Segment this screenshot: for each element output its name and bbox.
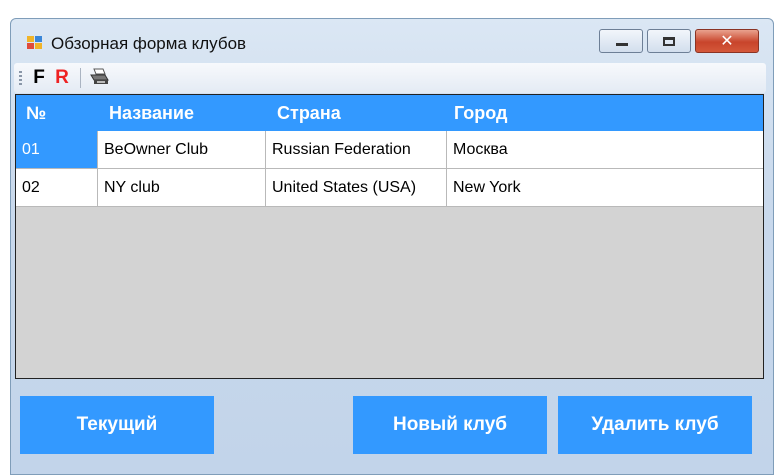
toolbar-r-button[interactable]: R — [51, 66, 73, 90]
table-header: № Название Страна Город — [16, 95, 763, 131]
cell-name[interactable]: NY club — [98, 169, 266, 207]
table-row[interactable]: 01 BeOwner Club Russian Federation Москв… — [16, 131, 763, 169]
maximize-button[interactable] — [647, 29, 691, 53]
close-icon: ✕ — [720, 31, 734, 50]
column-header-name[interactable]: Название — [109, 95, 194, 131]
cell-city[interactable]: Москва — [447, 131, 763, 169]
current-button[interactable]: Текущий — [20, 396, 214, 454]
cell-number[interactable]: 01 — [16, 131, 98, 169]
toolbar-separator — [80, 68, 81, 88]
close-button[interactable]: ✕ — [695, 29, 759, 53]
toolbar-grip-icon[interactable] — [19, 71, 22, 87]
clubs-table[interactable]: № Название Страна Город 01 BeOwner Club … — [15, 94, 764, 379]
toolbar: F R — [14, 63, 766, 93]
column-header-city[interactable]: Город — [454, 95, 507, 131]
column-header-number[interactable]: № — [26, 95, 46, 131]
minimize-button[interactable] — [599, 29, 643, 53]
app-icon — [27, 36, 43, 50]
cell-country[interactable]: United States (USA) — [266, 169, 447, 207]
cell-country[interactable]: Russian Federation — [266, 131, 447, 169]
maximize-icon — [663, 37, 675, 46]
delete-club-button[interactable]: Удалить клуб — [558, 396, 752, 454]
toolbar-f-button[interactable]: F — [28, 66, 50, 90]
window-title: Обзорная форма клубов — [51, 34, 247, 53]
table-row[interactable]: 02 NY club United States (USA) New York — [16, 169, 763, 207]
printer-icon[interactable] — [88, 66, 110, 90]
title-bar[interactable]: Обзорная форма клубов ✕ — [11, 19, 773, 59]
new-club-button[interactable]: Новый клуб — [353, 396, 547, 454]
cell-city[interactable]: New York — [447, 169, 763, 207]
column-header-country[interactable]: Страна — [277, 95, 341, 131]
cell-number[interactable]: 02 — [16, 169, 98, 207]
minimize-icon — [616, 43, 628, 46]
cell-name[interactable]: BeOwner Club — [98, 131, 266, 169]
